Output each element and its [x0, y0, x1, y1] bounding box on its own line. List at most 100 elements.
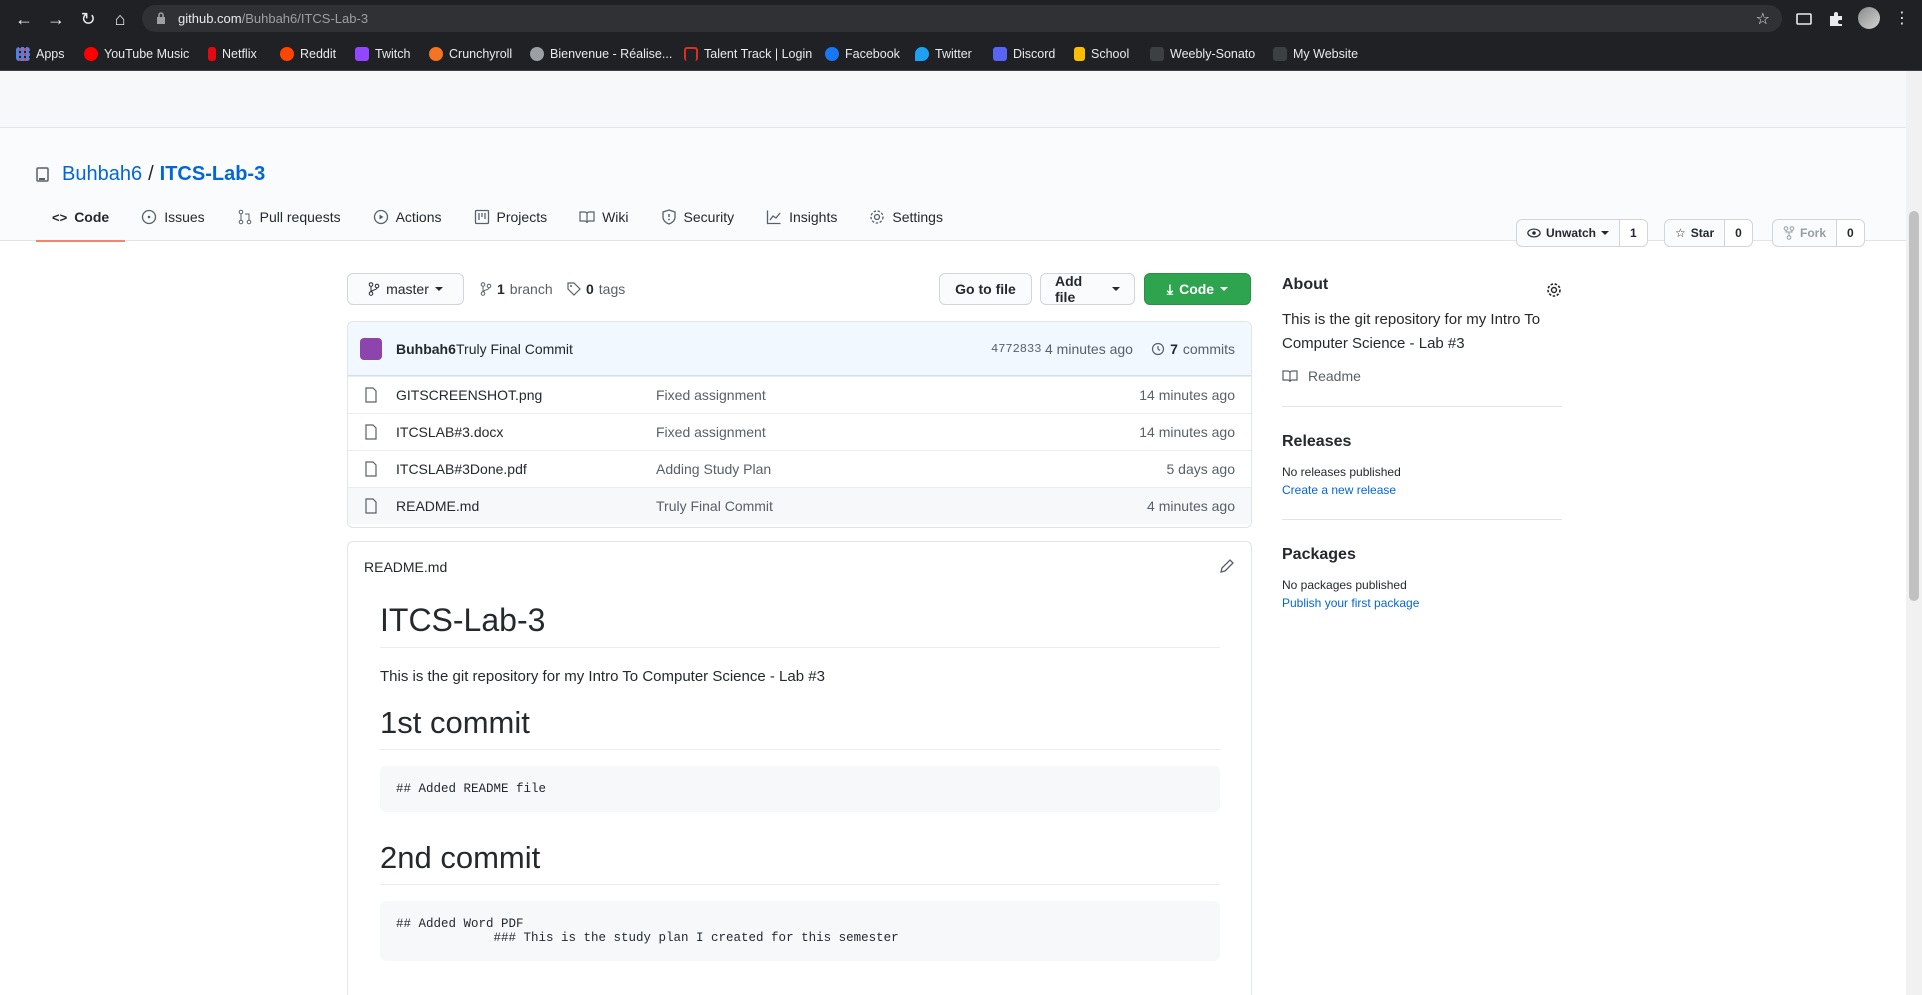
watch-count[interactable]: 1: [1620, 220, 1647, 246]
file-name-link[interactable]: GITSCREENSHOT.png: [396, 387, 542, 403]
address-bar[interactable]: github.com/Buhbah6/ITCS-Lab-3 ☆: [142, 5, 1782, 32]
bookmark-talent-track[interactable]: Talent Track | Login: [684, 46, 812, 62]
commit-sha-link[interactable]: 4772833: [991, 342, 1041, 356]
forward-button[interactable]: →: [45, 8, 67, 30]
file-age: 14 minutes ago: [1139, 387, 1235, 403]
youtube-music-icon: [84, 47, 98, 61]
page-scrollbar[interactable]: [1906, 71, 1922, 995]
releases-heading[interactable]: Releases: [1282, 433, 1562, 451]
bookmark-bienvenue[interactable]: Bienvenue - Réalise...: [530, 46, 672, 62]
file-row[interactable]: README.md Truly Final Commit 4 minutes a…: [348, 487, 1251, 524]
commits-link[interactable]: 7 commits: [1151, 341, 1235, 357]
bookmark-weebly-sonato[interactable]: Weebly-Sonato: [1150, 46, 1255, 62]
netflix-icon: [208, 47, 216, 61]
tab-insights[interactable]: Insights: [750, 203, 853, 241]
profile-avatar[interactable]: [1858, 7, 1880, 29]
globe-icon: [530, 47, 544, 61]
extensions-puzzle-icon[interactable]: [1826, 9, 1846, 29]
twitter-icon: [915, 47, 929, 61]
file-row[interactable]: GITSCREENSHOT.png Fixed assignment 14 mi…: [348, 376, 1251, 413]
readme-content: ITCS-Lab-3 This is the git repository fo…: [380, 602, 1220, 989]
tags-link[interactable]: 0 tags: [567, 281, 625, 297]
repo-name-link[interactable]: ITCS-Lab-3: [160, 163, 266, 186]
gear-icon[interactable]: [1546, 282, 1562, 298]
avatar[interactable]: [360, 338, 382, 360]
bookmarks-bar: Apps YouTube Music Netflix Reddit Twitch…: [0, 37, 1922, 71]
fork-button[interactable]: Fork 0: [1772, 219, 1865, 247]
file-name-link[interactable]: README.md: [396, 498, 479, 514]
about-heading: About: [1282, 276, 1329, 293]
readme-section-heading: 1st commit: [380, 705, 1220, 750]
site-header: [0, 71, 1906, 128]
fork-count[interactable]: 0: [1837, 220, 1864, 246]
file-row[interactable]: ITCSLAB#3.docx Fixed assignment 14 minut…: [348, 413, 1251, 450]
bookmark-youtube-music[interactable]: YouTube Music: [84, 46, 189, 62]
chrome-menu-icon[interactable]: ⋮: [1894, 8, 1910, 28]
bookmark-crunchyroll[interactable]: Crunchyroll: [429, 46, 512, 62]
tab-code[interactable]: <> Code: [36, 203, 126, 242]
bookmark-school[interactable]: School: [1074, 46, 1129, 62]
readme-link[interactable]: Readme: [1282, 368, 1562, 384]
bookmark-discord[interactable]: Discord: [993, 46, 1055, 62]
file-list: Buhbah6 Truly Final Commit 4772833 4 min…: [347, 321, 1252, 528]
go-to-file-button[interactable]: Go to file: [939, 273, 1032, 305]
add-file-button[interactable]: Add file: [1040, 273, 1135, 305]
commit-message-link[interactable]: Truly Final Commit: [456, 341, 573, 357]
facebook-icon: [825, 47, 839, 61]
star-button[interactable]: ☆ Star 0: [1664, 219, 1753, 247]
file-row[interactable]: ITCSLAB#3Done.pdf Adding Study Plan 5 da…: [348, 450, 1251, 487]
reddit-icon: [280, 47, 294, 61]
file-commit-message[interactable]: Fixed assignment: [656, 387, 766, 403]
file-commit-message[interactable]: Truly Final Commit: [656, 498, 773, 514]
create-release-link[interactable]: Create a new release: [1282, 483, 1562, 497]
project-icon: [474, 209, 489, 225]
readme-code-block: ## Added Word PDF ### This is the study …: [380, 901, 1220, 961]
unwatch-button[interactable]: Unwatch 1: [1516, 219, 1648, 247]
file-commit-message[interactable]: Fixed assignment: [656, 424, 766, 440]
tab-pull-requests[interactable]: Pull requests: [221, 203, 357, 241]
tab-projects[interactable]: Projects: [458, 203, 564, 241]
history-icon: [1151, 342, 1165, 356]
bookmark-reddit[interactable]: Reddit: [280, 46, 336, 62]
readme-filename: README.md: [364, 559, 448, 575]
bookmark-my-website[interactable]: My Website: [1273, 46, 1358, 62]
tab-settings[interactable]: Settings: [853, 203, 959, 241]
tab-security[interactable]: Security: [645, 203, 751, 241]
back-button[interactable]: ←: [13, 8, 35, 30]
crunchyroll-icon: [429, 47, 443, 61]
publish-package-link[interactable]: Publish your first package: [1282, 596, 1562, 610]
bookmark-star-icon[interactable]: ☆: [1756, 9, 1770, 29]
file-age: 4 minutes ago: [1147, 498, 1235, 514]
branch-selector[interactable]: master: [347, 273, 464, 305]
apps-grid-icon: [16, 47, 30, 61]
branches-link[interactable]: 1 branch: [480, 281, 553, 297]
file-commit-message[interactable]: Adding Study Plan: [656, 461, 771, 477]
cast-icon[interactable]: [1794, 9, 1814, 29]
tab-wiki[interactable]: Wiki: [563, 203, 644, 241]
pencil-icon[interactable]: [1219, 558, 1235, 574]
code-dropdown-button[interactable]: ⤓ Code: [1144, 273, 1251, 305]
repo-separator: /: [148, 163, 154, 185]
readme-code-block: ## Added README file: [380, 766, 1220, 812]
packages-heading[interactable]: Packages: [1282, 546, 1562, 564]
bookmark-twitter[interactable]: Twitter: [915, 46, 972, 62]
commit-author-link[interactable]: Buhbah6: [396, 341, 456, 357]
bookmark-apps[interactable]: Apps: [16, 46, 65, 62]
home-button[interactable]: ⌂: [109, 8, 131, 30]
scrollbar-thumb[interactable]: [1909, 211, 1919, 601]
file-name-link[interactable]: ITCSLAB#3Done.pdf: [396, 461, 527, 477]
repo-owner-link[interactable]: Buhbah6: [62, 163, 142, 186]
star-count[interactable]: 0: [1725, 220, 1752, 246]
file-name-link[interactable]: ITCSLAB#3.docx: [396, 424, 503, 440]
readme-title: ITCS-Lab-3: [380, 602, 1220, 648]
tab-actions[interactable]: Actions: [357, 203, 458, 241]
lock-icon: [157, 12, 165, 24]
shield-icon: [661, 209, 676, 225]
download-icon: ⤓: [1166, 280, 1174, 297]
weebly-icon: [1273, 47, 1287, 61]
bookmark-netflix[interactable]: Netflix: [208, 46, 257, 62]
bookmark-facebook[interactable]: Facebook: [825, 46, 900, 62]
tab-issues[interactable]: Issues: [125, 203, 220, 241]
reload-button[interactable]: ↻: [77, 8, 99, 30]
bookmark-twitch[interactable]: Twitch: [355, 46, 410, 62]
